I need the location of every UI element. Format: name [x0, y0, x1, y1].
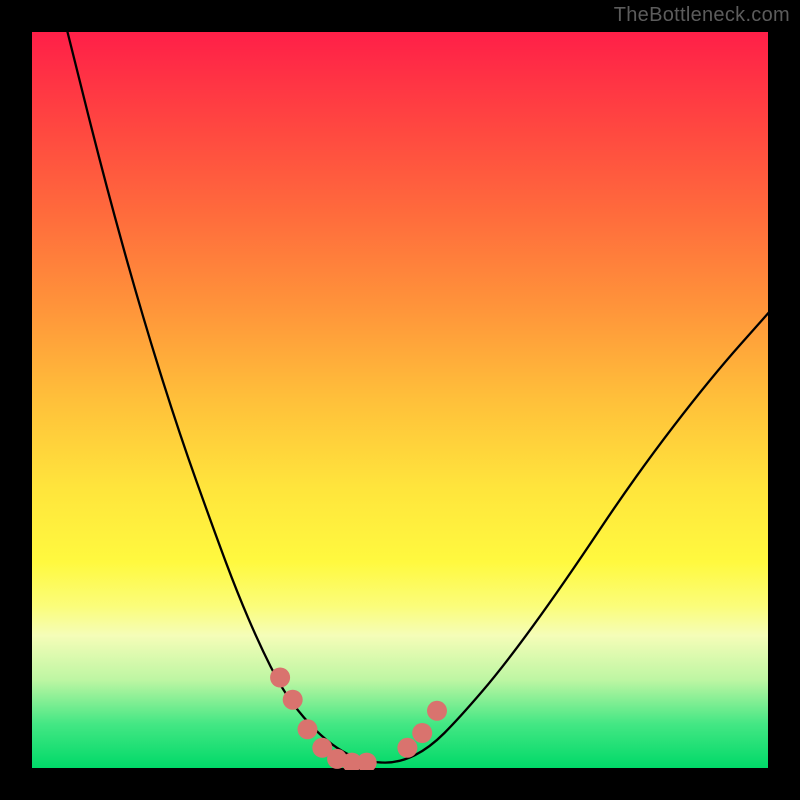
data-marker	[427, 701, 447, 721]
chart-stage: TheBottleneck.com	[0, 0, 800, 800]
data-marker	[357, 753, 377, 770]
data-marker	[270, 668, 290, 688]
marker-group	[270, 668, 447, 771]
chart-overlay	[30, 30, 770, 770]
data-marker	[397, 738, 417, 758]
data-marker	[298, 719, 318, 739]
data-marker	[283, 690, 303, 710]
watermark-text: TheBottleneck.com	[614, 4, 790, 27]
data-marker	[412, 723, 432, 743]
bottleneck-curve	[67, 30, 770, 763]
